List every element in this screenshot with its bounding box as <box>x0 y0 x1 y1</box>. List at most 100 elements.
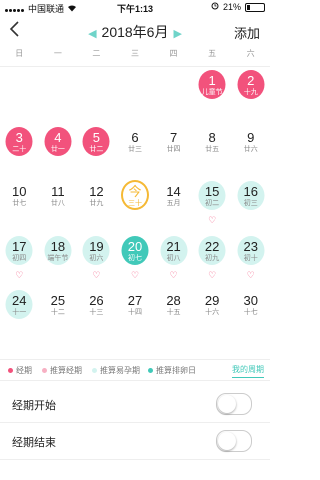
lunar-date: 十二 <box>50 309 65 316</box>
weekday-sat: 六 <box>246 49 255 58</box>
legend-dot <box>8 368 13 373</box>
day-number: 12 <box>89 184 104 199</box>
day-number: 7 <box>169 130 178 145</box>
lunar-date: 十三 <box>89 309 104 316</box>
lunar-date: 廿六 <box>243 146 258 153</box>
calendar-day[interactable]: 11 廿八 <box>39 185 78 209</box>
day-number: 28 <box>166 293 181 308</box>
heart-icon: ♡ <box>169 270 178 280</box>
calendar-day[interactable]: 7 廿四 <box>154 131 193 155</box>
day-number: 2 <box>247 73 255 88</box>
calendar-day[interactable]: 17 初四 ♡ <box>0 236 39 280</box>
lunar-date: 廿四 <box>166 146 181 153</box>
weekday-thu: 四 <box>169 49 178 58</box>
day-number: 29 <box>204 293 220 308</box>
calendar-day[interactable]: 12 廿九 <box>77 185 116 209</box>
day-number: 26 <box>89 293 104 308</box>
day-number: 5 <box>92 130 101 145</box>
month-title[interactable]: 2018年6月 <box>102 24 169 40</box>
weekday-header: 日 一 二 三 四 五 六 <box>0 48 270 64</box>
day-number: 20 <box>127 239 143 254</box>
day-number: 21 <box>166 239 181 254</box>
calendar-day[interactable]: 3 二十 <box>0 127 39 156</box>
day-number: 30 <box>243 293 258 308</box>
my-cycle-link[interactable]: 我的周期 <box>232 364 264 378</box>
calendar-day[interactable]: 5 廿二 <box>77 127 116 156</box>
calendar-day[interactable]: 25 十二 <box>39 294 78 318</box>
toggle-knob <box>218 432 236 450</box>
calendar-header: ◀ 2018年6月 ▶ 添加 <box>0 14 270 48</box>
calendar-day[interactable]: 26 十三 <box>77 294 116 318</box>
calendar-day[interactable]: 29 十六 <box>193 294 232 318</box>
calendar-day[interactable]: 10 廿七 <box>0 185 39 209</box>
period-start-label: 经期开始 <box>12 400 56 412</box>
add-button[interactable]: 添加 <box>234 23 260 42</box>
prev-month-arrow-icon[interactable]: ◀ <box>88 27 96 40</box>
calendar-day[interactable]: 8 廿五 <box>193 131 232 155</box>
lunar-date: 十九 <box>243 89 258 96</box>
lunar-date: 初九 <box>205 255 220 262</box>
day-number: 6 <box>131 130 139 145</box>
day-number: 19 <box>89 239 104 254</box>
day-number: 9 <box>247 130 255 145</box>
lunar-date: 初三 <box>243 200 258 207</box>
heart-icon: ♡ <box>130 270 140 280</box>
day-number: 23 <box>243 239 258 254</box>
lunar-date: 初八 <box>166 255 181 262</box>
legend-bar: 经期 推算经期 推算易孕期 推算排卵日 我的周期 <box>0 359 270 381</box>
calendar-day[interactable]: 20 初七 ♡ <box>116 236 155 280</box>
day-number: 10 <box>12 184 27 199</box>
calendar-day[interactable]: 1 儿童节 <box>193 70 232 99</box>
lunar-date: 三十 <box>127 200 142 207</box>
calendar-day[interactable]: 24 十一 <box>0 290 39 319</box>
heart-icon: ♡ <box>15 270 24 280</box>
legend-item-period: 经期 <box>8 365 32 376</box>
battery-icon <box>245 2 265 12</box>
day-number: 11 <box>51 184 65 199</box>
weekday-tue: 二 <box>92 49 101 58</box>
calendar-day[interactable]: 15 初二 ♡ <box>193 181 232 225</box>
lunar-date: 十一 <box>12 309 27 316</box>
legend-dot <box>92 368 97 373</box>
day-number: 15 <box>204 184 220 199</box>
calendar-day[interactable]: 今三十 <box>116 180 155 210</box>
header-divider <box>0 66 270 67</box>
day-number: 3 <box>15 130 23 145</box>
day-number: 25 <box>50 293 66 308</box>
period-end-toggle[interactable] <box>216 430 252 452</box>
calendar-day[interactable]: 9 廿六 <box>231 131 270 155</box>
day-number: 1 <box>208 73 216 88</box>
next-month-arrow-icon[interactable]: ▶ <box>173 27 181 40</box>
calendar-day[interactable]: 23 初十 ♡ <box>231 236 270 280</box>
day-number: 16 <box>243 184 258 199</box>
lunar-date: 十七 <box>243 309 258 316</box>
calendar-day[interactable]: 18 端午节 <box>39 236 78 265</box>
day-number: 今 <box>128 184 142 199</box>
day-number: 17 <box>12 239 27 254</box>
calendar-day[interactable]: 22 初九 ♡ <box>193 236 232 280</box>
heart-icon: ♡ <box>208 215 217 225</box>
period-start-row: 经期开始 <box>0 386 270 423</box>
calendar-day[interactable]: 4 廿一 <box>39 127 78 156</box>
calendar-day[interactable]: 2 十九 <box>231 70 270 99</box>
day-number: 24 <box>12 293 27 308</box>
calendar-day[interactable]: 21 初八 ♡ <box>154 236 193 280</box>
calendar-day[interactable]: 19 初六 ♡ <box>77 236 116 280</box>
battery-fill <box>247 4 250 10</box>
calendar-day[interactable]: 14 五月 <box>154 185 193 209</box>
day-number: 14 <box>166 184 181 199</box>
calendar-day[interactable]: 27 十四 <box>116 294 155 318</box>
period-start-toggle[interactable] <box>216 393 252 415</box>
lunar-date: 十五 <box>166 309 181 316</box>
calendar-day[interactable]: 6 廿三 <box>116 131 155 155</box>
weekday-fri: 五 <box>208 49 217 58</box>
lunar-date: 十六 <box>205 309 220 316</box>
status-bar: 中国联通 下午1:13 21% <box>0 0 270 14</box>
calendar-day[interactable]: 30 十七 <box>231 294 270 318</box>
calendar-day[interactable]: 16 初三 <box>231 181 270 210</box>
legend-item-fertile: 推算易孕期 <box>92 365 140 376</box>
alarm-icon <box>211 2 219 12</box>
lunar-date: 廿二 <box>89 146 104 153</box>
lunar-date: 廿九 <box>89 200 104 207</box>
calendar-day[interactable]: 28 十五 <box>154 294 193 318</box>
